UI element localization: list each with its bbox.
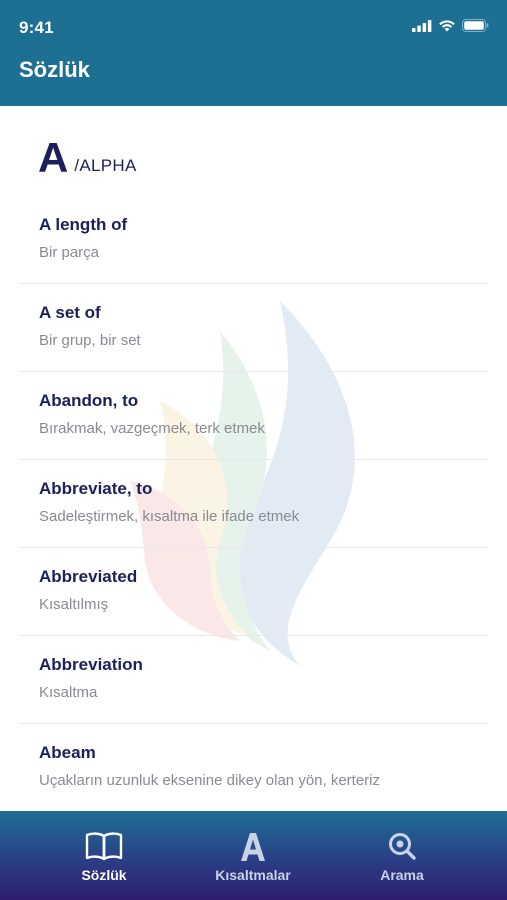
- wifi-icon: [439, 20, 455, 32]
- list-item[interactable]: Abbreviated Kısaltılmış: [20, 548, 488, 636]
- battery-icon: [462, 19, 489, 32]
- entry-meaning: Uçakların uzunluk eksenine dikey olan yö…: [39, 772, 381, 789]
- entry-meaning: Sadeleştirmek, kısaltma ile ifade etmek: [39, 508, 300, 525]
- entry-meaning: Kısaltılmış: [39, 596, 109, 613]
- tab-label: Arama: [380, 867, 424, 883]
- tab-arama[interactable]: Arama: [342, 811, 462, 900]
- section-header: A /ALPHA: [38, 134, 137, 181]
- list-item[interactable]: Abandon, to Bırakmak, vazgeçmek, terk et…: [20, 372, 488, 460]
- app-header: Sözlük: [0, 50, 507, 106]
- list-item[interactable]: A length of Bir parça: [20, 196, 488, 284]
- section-letter: A: [38, 134, 69, 181]
- list-item[interactable]: A set of Bir grup, bir set: [20, 284, 488, 372]
- status-icons: [412, 19, 489, 32]
- status-time: 9:41: [19, 18, 54, 37]
- entry-meaning: Bir grup, bir set: [39, 332, 141, 349]
- tab-kisaltmalar[interactable]: Kısaltmalar: [193, 811, 313, 900]
- search-icon: [387, 829, 417, 863]
- tab-label: Kısaltmalar: [215, 867, 291, 883]
- tab-sozluk[interactable]: Sözlük: [44, 811, 164, 900]
- status-bar: 9:41: [0, 0, 507, 50]
- tab-label: Sözlük: [81, 867, 127, 883]
- list-item[interactable]: Abbreviation Kısaltma: [20, 636, 488, 724]
- tab-bar: Sözlük Kısaltmalar Arama: [0, 811, 507, 900]
- dictionary-content[interactable]: A /ALPHA A length of Bir parça A set of …: [0, 106, 507, 811]
- entry-term: Abbreviation: [39, 655, 143, 674]
- entry-term: A set of: [39, 303, 101, 322]
- list-item[interactable]: Abbreviate, to Sadeleştirmek, kısaltma i…: [20, 460, 488, 548]
- section-label: /ALPHA: [74, 156, 137, 175]
- entry-meaning: Kısaltma: [39, 684, 98, 701]
- entry-term: A length of: [39, 215, 128, 234]
- entry-meaning: Bir parça: [39, 244, 100, 261]
- book-icon: [84, 829, 124, 863]
- page-title: Sözlük: [19, 57, 90, 82]
- entry-list: A length of Bir parça A set of Bir grup,…: [0, 196, 507, 811]
- entry-term: Abandon, to: [39, 391, 139, 410]
- entry-term: Abeam: [39, 743, 96, 762]
- entry-term: Abbreviated: [39, 567, 138, 586]
- entry-meaning: Bırakmak, vazgeçmek, terk etmek: [39, 420, 265, 437]
- letter-a-icon: [238, 829, 268, 863]
- entry-term: Abbreviate, to: [39, 479, 153, 498]
- list-item[interactable]: Abeam Uçakların uzunluk eksenine dikey o…: [20, 724, 488, 811]
- cellular-signal-icon: [412, 19, 432, 32]
